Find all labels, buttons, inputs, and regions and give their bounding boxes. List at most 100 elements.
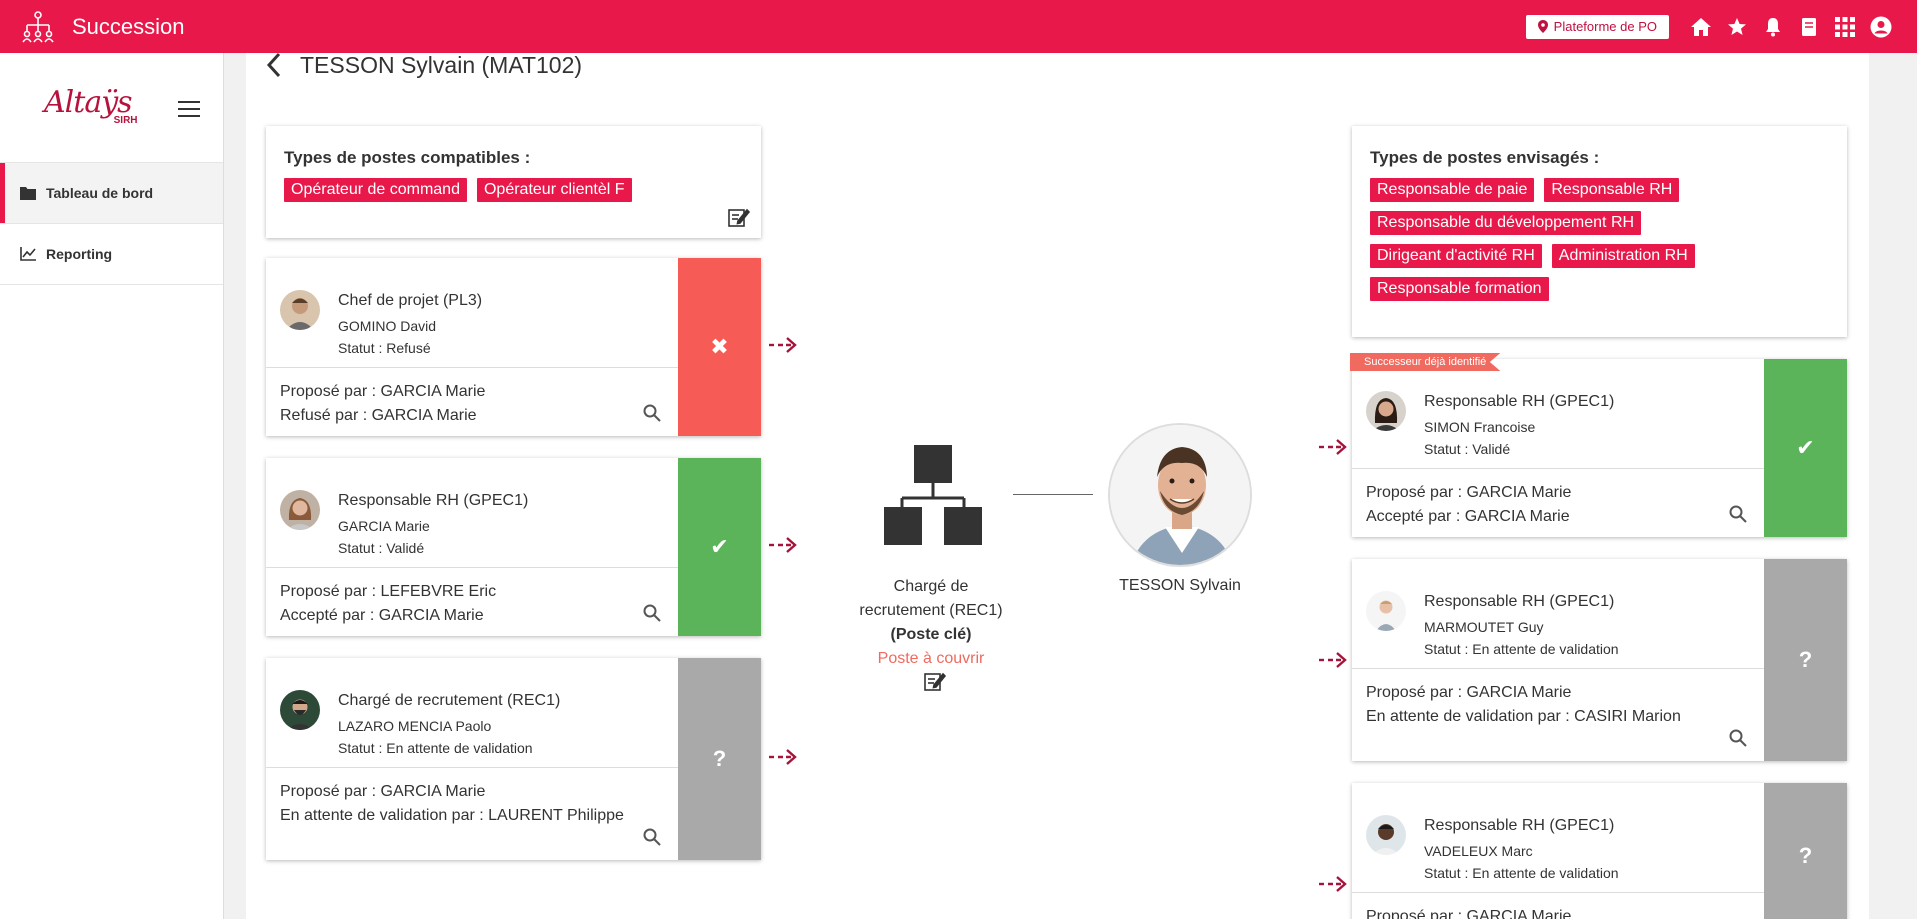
book-icon[interactable] bbox=[1791, 9, 1827, 45]
search-icon[interactable] bbox=[1729, 729, 1747, 747]
card-status: Statut : Validé bbox=[338, 540, 425, 556]
proposed-by: Proposé par : GARCIA Marie bbox=[1366, 484, 1572, 501]
edit-icon[interactable] bbox=[728, 206, 750, 228]
card-footer: Proposé par : LEFEBVRE Eric Accepté par … bbox=[280, 580, 661, 628]
key-position-line2: recrutement (REC1) bbox=[859, 602, 1003, 619]
card-footer: Proposé par : GARCIA Marie En attente de… bbox=[280, 780, 661, 828]
card-position: Chargé de recrutement (REC1) bbox=[338, 692, 561, 709]
key-position-line1: Chargé de bbox=[893, 578, 969, 595]
successor-card[interactable]: Responsable RH (GPEC1) VADELEUX Marc Sta… bbox=[1352, 783, 1847, 919]
card-footer: Proposé par : GARCIA Marie Refusé par : … bbox=[280, 380, 661, 428]
star-icon[interactable] bbox=[1719, 9, 1755, 45]
menu-toggle-icon[interactable] bbox=[178, 101, 200, 117]
avatar bbox=[1366, 591, 1406, 631]
card-employee-name: VADELEUX Marc bbox=[1424, 843, 1533, 859]
avatar bbox=[1366, 391, 1406, 431]
apps-grid-icon[interactable] bbox=[1827, 9, 1863, 45]
compatible-types-card: Types de postes compatibles : Opérateur … bbox=[266, 126, 761, 238]
search-icon[interactable] bbox=[643, 828, 661, 846]
sidebar-item-label: Tableau de bord bbox=[46, 185, 154, 201]
card-employee-name: GOMINO David bbox=[338, 318, 437, 334]
logo-sub: SIRH bbox=[113, 115, 138, 126]
key-position-flag: (Poste clé) bbox=[890, 626, 972, 643]
card-status: Statut : Refusé bbox=[338, 340, 431, 356]
state-pending-badge: ? bbox=[1764, 559, 1847, 761]
line-chart-icon bbox=[20, 247, 36, 261]
edit-icon[interactable] bbox=[924, 670, 946, 692]
proposed-by: Proposé par : GARCIA Marie bbox=[280, 783, 486, 800]
user-account-icon[interactable] bbox=[1863, 9, 1899, 45]
dashed-arrow-icon bbox=[1319, 876, 1347, 892]
card-status: Statut : En attente de validation bbox=[1424, 865, 1619, 881]
tag: Dirigeant d'activité RH bbox=[1370, 244, 1542, 268]
proposed-by: Proposé par : GARCIA Marie bbox=[280, 383, 486, 400]
proposed-by: Proposé par : GARCIA Marie bbox=[1366, 684, 1572, 701]
card-header: Responsable RH (GPEC1) SIMON Francoise S… bbox=[1352, 359, 1764, 469]
sidebar-item-reporting[interactable]: Reporting bbox=[0, 224, 223, 285]
card-status: Statut : En attente de validation bbox=[1424, 641, 1619, 657]
card-status: Statut : Validé bbox=[1424, 441, 1511, 457]
proposed-by: Proposé par : LEFEBVRE Eric bbox=[280, 583, 497, 600]
page-title: TESSON Sylvain (MAT102) bbox=[300, 51, 583, 78]
state-pending-badge: ? bbox=[678, 658, 761, 860]
app-title: Succession bbox=[72, 13, 185, 39]
state-pending-badge: ? bbox=[1764, 783, 1847, 919]
state-validated-badge: ✔ bbox=[678, 458, 761, 636]
card-employee-name: GARCIA Marie bbox=[338, 518, 430, 534]
tag: Opérateur de command bbox=[284, 178, 467, 202]
card-position: Responsable RH (GPEC1) bbox=[338, 492, 529, 509]
bell-icon[interactable] bbox=[1755, 9, 1791, 45]
successor-card[interactable]: Responsable RH (GPEC1) MARMOUTET Guy Sta… bbox=[1352, 559, 1847, 761]
dashed-arrow-icon bbox=[769, 749, 797, 765]
decided-by: En attente de validation par : CASIRI Ma… bbox=[1366, 708, 1681, 725]
sidebar-item-dashboard[interactable]: Tableau de bord bbox=[0, 163, 223, 224]
holder-photo bbox=[1108, 423, 1252, 567]
card-position: Chef de projet (PL3) bbox=[338, 292, 483, 309]
successor-card[interactable]: Chef de projet (PL3) GOMINO David Statut… bbox=[266, 258, 761, 436]
dashed-arrow-icon bbox=[1319, 439, 1347, 455]
dashed-arrow-icon bbox=[769, 337, 797, 353]
card-status: Statut : En attente de validation bbox=[338, 740, 533, 756]
platform-label: Plateforme de PO bbox=[1553, 19, 1657, 34]
card-header: Responsable RH (GPEC1) GARCIA Marie Stat… bbox=[266, 458, 678, 568]
successor-card[interactable]: Responsable RH (GPEC1) GARCIA Marie Stat… bbox=[266, 458, 761, 636]
tag: Responsable de paie bbox=[1370, 178, 1535, 202]
successor-card[interactable]: Responsable RH (GPEC1) SIMON Francoise S… bbox=[1350, 353, 1847, 537]
back-arrow-icon[interactable] bbox=[266, 52, 282, 78]
card-position: Responsable RH (GPEC1) bbox=[1424, 593, 1615, 610]
search-icon[interactable] bbox=[1729, 505, 1747, 523]
top-bar: Succession Plateforme de PO bbox=[0, 0, 1917, 53]
tag: Responsable RH bbox=[1544, 178, 1680, 202]
decided-by: Accepté par : GARCIA Marie bbox=[1366, 508, 1570, 525]
altays-logo[interactable]: Altaÿs SIRH bbox=[44, 85, 138, 126]
card-footer: Proposé par : GARCIA Marie Accepté par :… bbox=[1366, 481, 1747, 529]
card-footer: Proposé par : GARCIA Marie En attente de… bbox=[1366, 681, 1747, 729]
map-pin-icon bbox=[1537, 20, 1548, 33]
envisaged-types-card: Types de postes envisagés : Responsable … bbox=[1352, 126, 1847, 337]
search-icon[interactable] bbox=[643, 404, 661, 422]
avatar bbox=[280, 690, 320, 730]
card-position: Responsable RH (GPEC1) bbox=[1424, 817, 1615, 834]
already-identified-ribbon: Successeur déjà identifié bbox=[1350, 353, 1501, 371]
card-header: Chef de projet (PL3) GOMINO David Statut… bbox=[266, 258, 678, 368]
card-employee-name: SIMON Francoise bbox=[1424, 419, 1536, 435]
successor-card[interactable]: Chargé de recrutement (REC1) LAZARO MENC… bbox=[266, 658, 761, 860]
logo-area: Altaÿs SIRH bbox=[0, 53, 223, 163]
state-refused-badge: ✖ bbox=[678, 258, 761, 436]
connector-line bbox=[1013, 494, 1093, 495]
card-footer: Proposé par : GARCIA Marie bbox=[1366, 905, 1747, 919]
position-to-cover: Poste à couvrir bbox=[877, 650, 985, 667]
key-position-block: Chargé de recrutement (REC1) (Poste clé)… bbox=[836, 575, 1026, 671]
decided-by: Accepté par : GARCIA Marie bbox=[280, 607, 484, 624]
page-scrollbar[interactable] bbox=[1899, 53, 1917, 919]
sidebar-item-label: Reporting bbox=[46, 246, 113, 262]
home-icon[interactable] bbox=[1683, 9, 1719, 45]
holder-name: TESSON Sylvain bbox=[1119, 577, 1241, 594]
card-header: Responsable RH (GPEC1) MARMOUTET Guy Sta… bbox=[1352, 559, 1764, 669]
decided-by: En attente de validation par : LAURENT P… bbox=[280, 807, 624, 824]
platform-button[interactable]: Plateforme de PO bbox=[1525, 14, 1669, 39]
search-icon[interactable] bbox=[643, 604, 661, 622]
card-employee-name: MARMOUTET Guy bbox=[1424, 619, 1544, 635]
main-panel: TESSON Sylvain (MAT102) Types de postes … bbox=[246, 51, 1869, 919]
org-chart-icon[interactable] bbox=[18, 7, 58, 47]
